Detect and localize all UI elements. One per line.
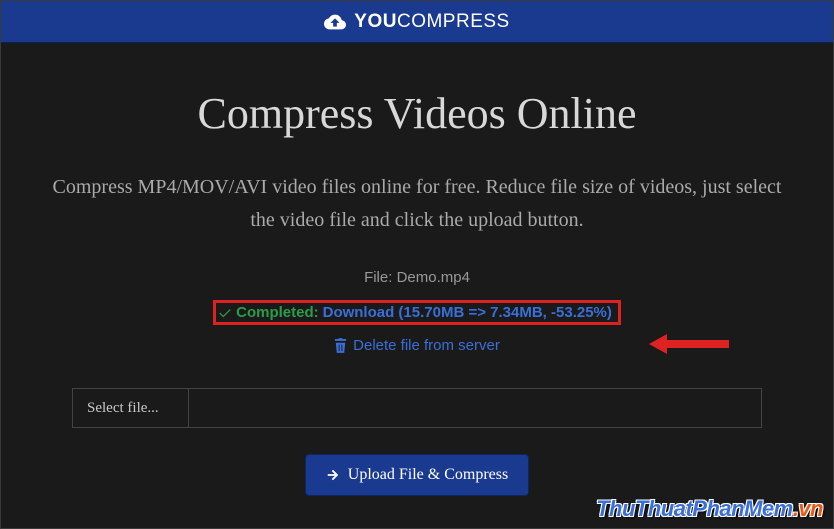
- delete-label: Delete file from server: [353, 337, 500, 354]
- watermark-part1: ThuThuatPhanMem: [596, 496, 793, 521]
- file-name-label: File: Demo.mp4: [41, 269, 793, 286]
- trash-icon: [334, 338, 347, 353]
- watermark: ThuThuatPhanMem.vn: [596, 496, 823, 522]
- cloud-upload-icon: [324, 14, 346, 30]
- status-row: Completed: Download (15.70MB => 7.34MB, …: [213, 300, 621, 325]
- watermark-part2: .vn: [793, 496, 823, 521]
- logo-light: COMPRESS: [397, 11, 510, 32]
- delete-link[interactable]: Delete file from server: [334, 337, 500, 354]
- annotation-arrow: [649, 332, 729, 356]
- page-description: Compress MP4/MOV/AVI video files online …: [41, 171, 793, 237]
- arrow-right-icon: [326, 468, 340, 482]
- logo-text[interactable]: YOUCOMPRESS: [354, 11, 509, 33]
- header-bar: YOUCOMPRESS: [1, 1, 833, 43]
- upload-button-label: Upload File & Compress: [348, 466, 508, 484]
- upload-compress-button[interactable]: Upload File & Compress: [305, 454, 529, 496]
- main-content: Compress Videos Online Compress MP4/MOV/…: [1, 43, 833, 516]
- select-file-button[interactable]: Select file...: [73, 389, 189, 427]
- logo-bold: YOU: [354, 11, 397, 32]
- file-select-row: Select file...: [41, 388, 793, 428]
- file-path-display: [189, 389, 761, 427]
- completed-label: Completed:: [236, 304, 319, 321]
- check-icon: [218, 306, 232, 320]
- file-select[interactable]: Select file...: [72, 388, 762, 428]
- download-link[interactable]: Download (15.70MB => 7.34MB, -53.25%): [323, 304, 612, 321]
- page-title: Compress Videos Online: [41, 88, 793, 139]
